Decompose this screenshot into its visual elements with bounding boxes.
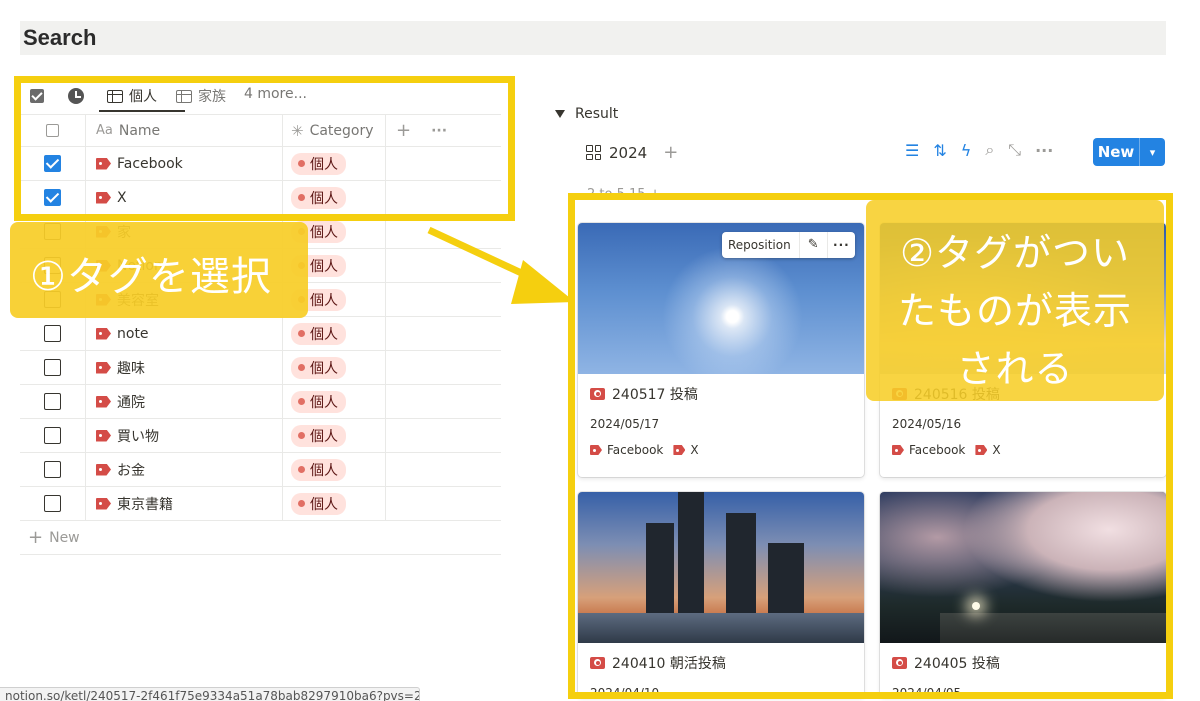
row-category[interactable]: 個人 <box>283 351 386 384</box>
filter-icon[interactable]: ☰ <box>905 141 919 160</box>
tag-icon <box>96 361 111 374</box>
row-checkbox[interactable] <box>20 453 86 486</box>
highlight-box-left <box>14 76 515 221</box>
new-page-button[interactable]: New ▾ <box>1093 138 1165 166</box>
chevron-down-icon[interactable]: ▾ <box>1140 146 1165 159</box>
search-icon[interactable]: ⌕ <box>985 140 994 160</box>
row-name[interactable]: お金 <box>86 453 283 486</box>
annotation-tagged-shown: ②タグがつい たものが表示 される <box>866 200 1164 401</box>
row-name[interactable]: note <box>86 317 283 350</box>
annotation-arrow <box>427 226 575 304</box>
table-row[interactable]: 買い物 個人 <box>20 419 501 453</box>
row-category[interactable]: 個人 <box>283 385 386 418</box>
category-pill: 個人 <box>291 390 346 413</box>
tag-icon <box>96 429 111 442</box>
row-category[interactable]: 個人 <box>283 453 386 486</box>
row-checkbox[interactable] <box>20 487 86 520</box>
more-icon[interactable]: ··· <box>1035 141 1053 160</box>
tag-icon <box>96 395 111 408</box>
new-row-button[interactable]: + New <box>20 521 501 555</box>
table-row[interactable]: note 個人 <box>20 317 501 351</box>
status-bar-url: notion.so/ketl/240517-2f461f75e9334a51a7… <box>0 687 420 701</box>
category-pill: 個人 <box>291 458 346 481</box>
category-pill: 個人 <box>291 356 346 379</box>
page-title: Search <box>23 25 97 50</box>
row-name[interactable]: 買い物 <box>86 419 283 452</box>
row-name[interactable]: 東京書籍 <box>86 487 283 520</box>
tag-icon <box>96 327 111 340</box>
gallery-icon <box>586 145 601 160</box>
row-checkbox[interactable] <box>20 351 86 384</box>
table-row[interactable]: お金 個人 <box>20 453 501 487</box>
sort-icon[interactable]: ⇅ <box>933 141 946 160</box>
tab-gallery-2024[interactable]: 2024 + <box>586 142 678 163</box>
result-toggle[interactable]: Result <box>555 106 618 122</box>
row-category[interactable]: 個人 <box>283 487 386 520</box>
automation-icon[interactable]: ϟ <box>961 141 972 160</box>
row-checkbox[interactable] <box>20 385 86 418</box>
db-toolbar: ☰ ⇅ ϟ ⌕ ⤡ ··· <box>905 140 1053 160</box>
tag-icon <box>96 463 111 476</box>
category-pill: 個人 <box>291 492 346 515</box>
category-pill: 個人 <box>291 322 346 345</box>
row-category[interactable]: 個人 <box>283 419 386 452</box>
expand-icon[interactable]: ⤡ <box>1008 140 1021 160</box>
tag-icon <box>96 497 111 510</box>
table-row[interactable]: 通院 個人 <box>20 385 501 419</box>
row-name[interactable]: 趣味 <box>86 351 283 384</box>
row-checkbox[interactable] <box>20 419 86 452</box>
row-checkbox[interactable] <box>20 317 86 350</box>
annotation-select-tags: ①タグを選択 <box>10 222 308 318</box>
table-row[interactable]: 趣味 個人 <box>20 351 501 385</box>
triangle-down-icon <box>555 110 565 118</box>
page-title-bar: Search <box>20 21 1166 55</box>
table-row[interactable]: 東京書籍 個人 <box>20 487 501 521</box>
row-category[interactable]: 個人 <box>283 317 386 350</box>
category-pill: 個人 <box>291 424 346 447</box>
row-name[interactable]: 通院 <box>86 385 283 418</box>
add-view-button[interactable]: + <box>663 142 678 163</box>
